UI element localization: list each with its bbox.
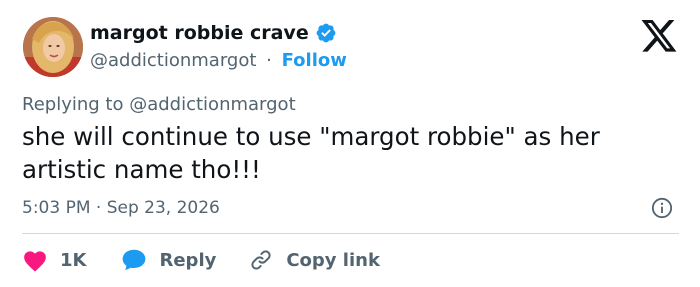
tweet-timestamp[interactable]: 5:03 PM · Sep 23, 2026 bbox=[22, 198, 220, 218]
divider bbox=[22, 233, 679, 234]
reply-button[interactable]: Reply bbox=[121, 248, 216, 272]
tweet-card: margot robbie crave @addictionmargot · F… bbox=[0, 0, 700, 287]
replying-to-prefix: Replying to bbox=[22, 94, 124, 115]
author-display-name[interactable]: margot robbie crave bbox=[90, 22, 309, 44]
action-bar: 1K Reply Copy link bbox=[22, 246, 380, 274]
author-handle[interactable]: @addictionmargot bbox=[90, 50, 256, 71]
info-icon[interactable] bbox=[651, 197, 673, 219]
tweet-text: she will continue to use "margot robbie"… bbox=[22, 122, 600, 184]
author-handle-row: @addictionmargot · Follow bbox=[90, 50, 347, 71]
like-button[interactable]: 1K bbox=[22, 248, 86, 272]
x-logo-icon[interactable] bbox=[641, 20, 677, 52]
replying-to-line: Replying to @addictionmargot bbox=[22, 94, 296, 115]
verified-badge-icon bbox=[315, 22, 337, 44]
speech-bubble-icon bbox=[121, 248, 147, 272]
handle-separator: · bbox=[266, 50, 272, 71]
author-name-row: margot robbie crave bbox=[90, 22, 337, 44]
copy-link-button[interactable]: Copy link bbox=[248, 248, 380, 272]
heart-icon bbox=[22, 248, 48, 272]
link-icon bbox=[248, 248, 274, 272]
reply-label: Reply bbox=[159, 249, 217, 271]
avatar[interactable] bbox=[23, 17, 83, 77]
follow-button[interactable]: Follow bbox=[282, 50, 347, 71]
replying-to-handle[interactable]: @addictionmargot bbox=[129, 94, 295, 115]
copy-link-label: Copy link bbox=[286, 249, 380, 271]
avatar-image bbox=[23, 17, 83, 77]
like-count: 1K bbox=[60, 249, 87, 271]
